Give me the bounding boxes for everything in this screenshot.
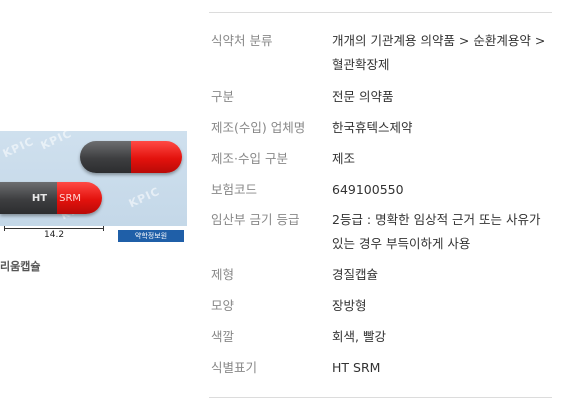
row-value: 649100550 — [332, 182, 404, 197]
row-value: HT SRM — [332, 360, 381, 375]
source-badge: 약학정보원 — [118, 230, 184, 242]
row-value: 제조 — [332, 151, 356, 166]
row-label: 구분 — [211, 89, 235, 104]
row-value: 개개의 기관계용 의약품 > 순환계용약 > 혈관확장제 — [332, 33, 546, 72]
row-label: 색깔 — [211, 329, 235, 344]
scale-bar: 14.2 약학정보원 — [0, 226, 187, 245]
row-label: 제형 — [211, 267, 235, 282]
row-value: 한국휴텍스제약 — [332, 120, 413, 135]
imprint-left: HT — [31, 192, 48, 204]
row-label: 보험코드 — [211, 182, 258, 197]
row-value: 경질캡슐 — [332, 267, 379, 282]
watermark-text: KPIC — [38, 131, 74, 153]
row-value: 장방형 — [332, 298, 367, 313]
row-value: 회색, 빨강 — [332, 329, 386, 344]
row-value: 전문 의약품 — [332, 89, 394, 104]
table-divider — [209, 397, 552, 398]
capsule-cap-gray — [80, 141, 131, 173]
row-label: 식약처 분류 — [211, 33, 273, 48]
drug-info-table: 식약처 분류 개개의 기관계용 의약품 > 순환계용약 > 혈관확장제 구분 전… — [209, 12, 552, 398]
capsule-bottom: HT SRM — [0, 182, 102, 214]
row-label: 모양 — [211, 298, 235, 313]
capsule-top — [80, 141, 182, 173]
row-label: 식별표기 — [211, 360, 258, 375]
scale-ruler — [4, 226, 104, 231]
scale-value: 14.2 — [44, 230, 65, 240]
pill-image[interactable]: KPIC KPIC KPIC KPIC KPIC HT SRM 14.2 약학정… — [0, 131, 187, 245]
row-value: 2등급 : 명확한 임상적 근거 또는 사유가 있는 경우 부득이하게 사용 — [332, 212, 541, 251]
capsule-body-red — [131, 141, 182, 173]
row-label: 제조·수입 구분 — [211, 151, 288, 166]
row-label: 제조(수입) 업체명 — [211, 120, 306, 135]
capsule-body-red: SRM — [57, 182, 102, 214]
watermark-text: KPIC — [0, 134, 36, 161]
imprint-right: SRM — [59, 192, 82, 204]
watermark-text: KPIC — [126, 184, 162, 211]
capsule-cap-gray: HT — [0, 182, 58, 214]
drug-name[interactable]: 리움캡슐 — [0, 258, 40, 274]
row-label: 임산부 금기 등급 — [211, 212, 300, 227]
